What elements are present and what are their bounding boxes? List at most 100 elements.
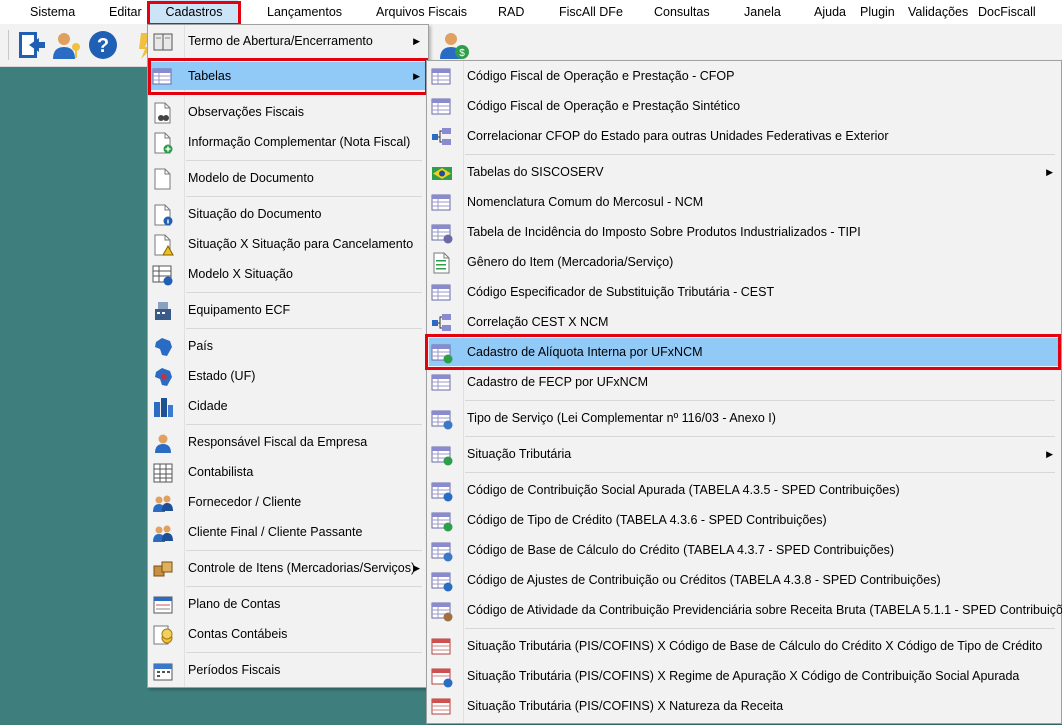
menu-item-codigo-de-atividade-da-contribuicao-previdenciar[interactable]: Código de Atividade da Contribuição Prev… — [429, 596, 1062, 624]
menu-separator — [186, 94, 422, 95]
menu-item-label: Gênero do Item (Mercadoria/Serviço) — [467, 255, 674, 269]
menu-item-modelo-x-situacao[interactable]: Modelo X Situação — [150, 260, 426, 288]
menu-item-label: Nomenclatura Comum do Mercosul - NCM — [467, 195, 704, 209]
menu-ajuda[interactable]: Ajuda — [814, 0, 846, 24]
menu-item-cadastro-de-aliquota-interna-por-ufxncm[interactable]: Cadastro de Alíquota Interna por UFxNCM — [429, 338, 1059, 366]
menu-item-situacao-x-situacao-para-cancelamento[interactable]: Situação X Situação para Cancelamento — [150, 230, 426, 258]
menu-arquivos-fiscais[interactable]: Arquivos Fiscais — [376, 0, 467, 24]
menu-item-contabilista[interactable]: Contabilista — [150, 458, 426, 486]
users-key-icon[interactable] — [51, 29, 83, 61]
menu-item-contas-contabeis[interactable]: Contas Contábeis — [150, 620, 426, 648]
menu-item-fornecedor-cliente[interactable]: Fornecedor / Cliente — [150, 488, 426, 516]
menu-item-codigo-de-ajustes-de-contribuicao-ou-creditos-ta[interactable]: Código de Ajustes de Contribuição ou Cré… — [429, 566, 1059, 594]
menu-item-codigo-de-contribuicao-social-apurada-tabela-4-3[interactable]: Código de Contribuição Social Apurada (T… — [429, 476, 1059, 504]
menu-item-controle-de-itens-mercadorias-servicos[interactable]: Controle de Itens (Mercadorias/Serviços)… — [150, 554, 426, 582]
table-icon — [431, 372, 453, 394]
menu-janela[interactable]: Janela — [744, 0, 781, 24]
menu-item-tabelas[interactable]: Tabelas ▶ — [150, 62, 426, 90]
menu-docfiscall[interactable]: DocFiscall — [978, 0, 1036, 24]
tabelas-submenu: Código Fiscal de Operação e Prestação - … — [426, 60, 1062, 724]
ncm-table-icon — [431, 192, 453, 214]
red-table-icon — [431, 696, 453, 718]
menu-rad[interactable]: RAD — [498, 0, 524, 24]
menu-separator — [186, 550, 422, 551]
menu-item-codigo-de-tipo-de-credito-tabela-4-3-6-sped-cont[interactable]: Código de Tipo de Crédito (TABELA 4.3.6 … — [429, 506, 1059, 534]
submenu-arrow-icon: ▶ — [413, 71, 420, 81]
help-icon[interactable]: ? — [87, 29, 119, 61]
submenu-arrow-icon: ▶ — [1046, 167, 1053, 177]
menu-item-label: Equipamento ECF — [188, 303, 291, 317]
menu-cadastros[interactable]: Cadastros — [150, 0, 238, 24]
menu-item-cliente-final-cliente-passante[interactable]: Cliente Final / Cliente Passante — [150, 518, 426, 546]
ledger-icon — [152, 594, 174, 616]
menu-separator — [186, 292, 422, 293]
menu-item-label: Fornecedor / Cliente — [188, 495, 302, 509]
menu-item-termo-de-abertura-encerramento[interactable]: Termo de Abertura/Encerramento ▶ — [150, 27, 426, 55]
menu-item-correlacao-cest-x-ncm[interactable]: Correlação CEST X NCM — [429, 308, 1059, 336]
menu-item-pais[interactable]: País — [150, 332, 426, 360]
menu-item-label: Tabelas do SISCOSERV — [467, 165, 604, 179]
menu-plugin[interactable]: Plugin — [860, 0, 895, 24]
menu-separator — [465, 154, 1055, 155]
menu-lancamentos[interactable]: Lançamentos — [267, 0, 342, 24]
menu-fiscall-dfe[interactable]: FiscAll DFe — [559, 0, 623, 24]
menu-item-label: Plano de Contas — [188, 597, 281, 611]
menu-item-cidade[interactable]: Cidade — [150, 392, 426, 420]
menu-item-tipo-de-servico-lei-complementar-n-116-03-anexo-[interactable]: Tipo de Serviço (Lei Complementar nº 116… — [429, 404, 1059, 432]
menu-item-tabela-de-incidencia-do-imposto-sobre-produtos-i[interactable]: Tabela de Incidência do Imposto Sobre Pr… — [429, 218, 1059, 246]
user-money-icon[interactable]: $ — [438, 29, 470, 61]
menu-item-codigo-fiscal-de-operacao-e-prestacao-sintetico[interactable]: Código Fiscal de Operação e Prestação Si… — [429, 92, 1059, 120]
menu-item-equipamento-ecf[interactable]: Equipamento ECF — [150, 296, 426, 324]
menu-item-label: Correlacionar CFOP do Estado para outras… — [467, 129, 889, 143]
submenu-arrow-icon: ▶ — [413, 36, 420, 46]
menu-item-genero-do-item-mercadoria-servico[interactable]: Gênero do Item (Mercadoria/Serviço) — [429, 248, 1059, 276]
menu-item-label: Código Especificador de Substituição Tri… — [467, 285, 775, 299]
menu-item-label: Cliente Final / Cliente Passante — [188, 525, 363, 539]
menu-item-label: Estado (UF) — [188, 369, 256, 383]
menu-item-label: Termo de Abertura/Encerramento — [188, 34, 373, 48]
book-icon — [152, 31, 174, 53]
person-icon — [152, 432, 174, 454]
exit-icon[interactable] — [15, 29, 47, 61]
menu-item-codigo-fiscal-de-operacao-e-prestacao-cfop[interactable]: Código Fiscal de Operação e Prestação - … — [429, 62, 1059, 90]
menu-item-label: Modelo X Situação — [188, 267, 293, 281]
menu-item-label: Código de Contribuição Social Apurada (T… — [467, 483, 900, 497]
menu-item-correlacionar-cfop-do-estado-para-outras-unidade[interactable]: Correlacionar CFOP do Estado para outras… — [429, 122, 1059, 150]
calendar-icon — [152, 660, 174, 682]
menu-editar[interactable]: Editar — [109, 0, 142, 24]
menu-item-label: Modelo de Documento — [188, 171, 314, 185]
tipi-table-icon — [431, 222, 453, 244]
people-icon — [152, 522, 174, 544]
menu-item-situacao-tributaria-pis-cofins-x-codigo-de-base-[interactable]: Situação Tributária (PIS/COFINS) X Códig… — [429, 632, 1059, 660]
menu-item-informacao-complementar-nota-fiscal[interactable]: Informação Complementar (Nota Fiscal) — [150, 128, 426, 156]
menu-item-cadastro-de-fecp-por-ufxncm[interactable]: Cadastro de FECP por UFxNCM — [429, 368, 1059, 396]
menu-item-situacao-tributaria-pis-cofins-x-natureza-da-rec[interactable]: Situação Tributária (PIS/COFINS) X Natur… — [429, 692, 1059, 720]
menu-item-codigo-especificador-de-substituicao-tributaria-[interactable]: Código Especificador de Substituição Tri… — [429, 278, 1059, 306]
menu-item-label: Código de Tipo de Crédito (TABELA 4.3.6 … — [467, 513, 827, 527]
link-tree-icon — [431, 312, 453, 334]
menu-validacoes[interactable]: Validações — [908, 0, 968, 24]
menu-separator — [186, 586, 422, 587]
menu-item-responsavel-fiscal-da-empresa[interactable]: Responsável Fiscal da Empresa — [150, 428, 426, 456]
money-table-icon — [431, 510, 453, 532]
document-info-icon — [152, 204, 174, 226]
menu-item-situacao-do-documento[interactable]: Situação do Documento — [150, 200, 426, 228]
menu-item-periodos-fiscais[interactable]: Períodos Fiscais — [150, 656, 426, 684]
menu-item-plano-de-contas[interactable]: Plano de Contas — [150, 590, 426, 618]
menu-item-nomenclatura-comum-do-mercosul-ncm[interactable]: Nomenclatura Comum do Mercosul - NCM — [429, 188, 1059, 216]
menu-item-codigo-de-base-de-calculo-do-credito-tabela-4-3-[interactable]: Código de Base de Cálculo do Crédito (TA… — [429, 536, 1059, 564]
cest-table-icon — [431, 282, 453, 304]
person-table-icon — [431, 600, 453, 622]
menu-item-modelo-de-documento[interactable]: Modelo de Documento — [150, 164, 426, 192]
menu-item-situacao-tributaria[interactable]: Situação Tributária ▶ — [429, 440, 1059, 468]
menu-item-tabelas-do-siscoserv[interactable]: Tabelas do SISCOSERV ▶ — [429, 158, 1059, 186]
menu-separator — [465, 472, 1055, 473]
menu-item-label: Períodos Fiscais — [188, 663, 281, 677]
menu-item-label: Controle de Itens (Mercadorias/Serviços) — [188, 561, 416, 575]
menu-item-estado-uf[interactable]: Estado (UF) — [150, 362, 426, 390]
menu-item-observacoes-fiscais[interactable]: Observações Fiscais — [150, 98, 426, 126]
menu-sistema[interactable]: Sistema — [30, 0, 75, 24]
menu-item-situacao-tributaria-pis-cofins-x-regime-de-apura[interactable]: Situação Tributária (PIS/COFINS) X Regim… — [429, 662, 1059, 690]
buildings-icon — [152, 396, 174, 418]
menu-consultas[interactable]: Consultas — [654, 0, 710, 24]
